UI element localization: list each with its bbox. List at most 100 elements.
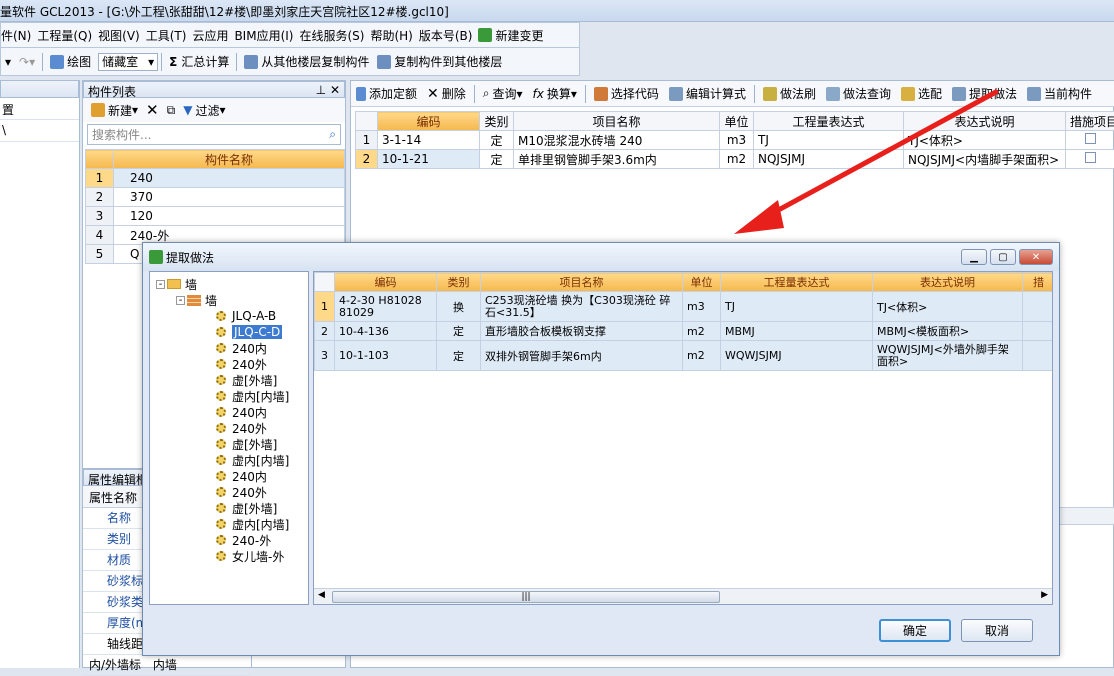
pin-close-icons[interactable]: ⊥ ✕ [316, 83, 340, 96]
table-row[interactable]: 1 4-2-30 H81028 81029 换 C253现浇砼墙 换为【C303… [315, 292, 1054, 322]
col-code[interactable]: 编码 [378, 112, 480, 131]
left-pane-item[interactable]: \ [0, 120, 79, 142]
menu-new-change[interactable]: 新建变更 [478, 27, 549, 44]
main-toolbar: ▾ ↷▾ 绘图 储藏室▾ Σ汇总计算 从其他楼层复制构件 复制构件到其他楼层 [0, 48, 580, 76]
scroll-right-icon[interactable]: ▶ [1041, 590, 1048, 600]
tree-item[interactable]: JLQ-A-B [216, 308, 276, 324]
collapse-icon[interactable]: - [176, 296, 185, 305]
scrollbar-thumb[interactable]: ||| [332, 591, 720, 603]
toolbar-divider [236, 53, 237, 71]
query-button[interactable]: ⌕查询▾ [478, 83, 528, 105]
copy-from-floor-button[interactable]: 从其他楼层复制构件 [240, 51, 373, 73]
search-icon[interactable]: ⌕ [329, 127, 336, 142]
sum-calc-button[interactable]: Σ汇总计算 [165, 51, 233, 73]
select-code-icon [594, 87, 608, 101]
component-gear-icon [216, 455, 226, 465]
select-code-button[interactable]: 选择代码 [589, 83, 664, 105]
tree-item[interactable]: 240内 [216, 468, 267, 484]
menu-file[interactable]: 件(N) [1, 27, 37, 44]
measure-checkbox[interactable] [1085, 152, 1096, 163]
draw-button[interactable]: 绘图 [46, 51, 95, 73]
copy-component-icon[interactable]: ⧉ [163, 99, 180, 121]
maximize-button[interactable]: ▢ [990, 249, 1016, 265]
col-component-name[interactable]: 构件名称 [114, 150, 345, 169]
close-button[interactable]: ✕ [1019, 249, 1053, 265]
horizontal-scrollbar[interactable]: ◀ ||| ▶ [314, 588, 1052, 605]
tree-item[interactable]: JLQ-C-D [216, 324, 282, 340]
menu-bim[interactable]: BIM应用(I) [234, 27, 299, 44]
wall-icon [187, 295, 201, 306]
menu-view[interactable]: 视图(V) [98, 27, 146, 44]
col-expression-desc[interactable]: 表达式说明 [873, 273, 1023, 292]
extract-method-dialog: 提取做法 ▁ ▢ ✕ -墙 -墙 JLQ-A-B JLQ-C-D 240内 24… [142, 242, 1060, 656]
ok-button[interactable]: 确定 [879, 619, 951, 642]
menu-version[interactable]: 版本号(B) [419, 27, 479, 44]
tree-item[interactable]: 女儿墙-外 [216, 548, 284, 564]
toolbar-divider [474, 85, 475, 103]
menu-online[interactable]: 在线服务(S) [299, 27, 370, 44]
col-code[interactable]: 编码 [335, 273, 437, 292]
cancel-button[interactable]: 取消 [961, 619, 1033, 642]
delete-icon: ✕ [427, 86, 439, 102]
filter-icon: ▼ [183, 103, 192, 117]
component-list-title: 构件列表 [88, 83, 136, 96]
component-gear-icon [216, 551, 226, 561]
col-type[interactable]: 类别 [437, 273, 481, 292]
add-quota-button[interactable]: 添加定额 [351, 83, 422, 105]
menu-tools[interactable]: 工具(T) [146, 27, 193, 44]
col-item-name[interactable]: 项目名称 [514, 112, 720, 131]
tree-group[interactable]: -墙 [176, 292, 217, 308]
redo-icon[interactable]: ↷▾ [15, 51, 39, 73]
attribute-wall-side[interactable]: 内/外墙标 内墙 [83, 655, 251, 676]
corner-cell [356, 112, 378, 131]
col-type[interactable]: 类别 [480, 112, 514, 131]
tree-item[interactable]: 虚内[内墙] [216, 516, 289, 532]
col-measure[interactable]: 措 [1023, 273, 1054, 292]
tree-item[interactable]: 虚[外墙] [216, 372, 277, 388]
table-row[interactable]: 2370 [86, 188, 345, 207]
copy-to-floor-button[interactable]: 复制构件到其他楼层 [373, 51, 506, 73]
table-row[interactable]: 1240 [86, 169, 345, 188]
measure-checkbox[interactable] [1085, 133, 1096, 144]
corner-cell [315, 273, 335, 292]
col-unit[interactable]: 单位 [683, 273, 721, 292]
col-item-name[interactable]: 项目名称 [481, 273, 683, 292]
current-component-button[interactable]: 当前构件 [1022, 83, 1097, 105]
component-search-input[interactable]: 搜索构件... ⌕ [87, 124, 341, 145]
tree-item[interactable]: 240内 [216, 340, 267, 356]
left-pane: 置 \ [0, 80, 80, 668]
tree-root[interactable]: -墙 [156, 276, 197, 292]
delete-component-icon[interactable]: ✕ [142, 99, 163, 121]
tree-item[interactable]: 虚[外墙] [216, 436, 277, 452]
collapse-icon[interactable]: - [156, 280, 165, 289]
layer-select[interactable]: 储藏室▾ [98, 53, 158, 71]
tree-item[interactable]: 240外 [216, 420, 267, 436]
minimize-button[interactable]: ▁ [961, 249, 987, 265]
tree-item[interactable]: 240内 [216, 404, 267, 420]
tree-item[interactable]: 240外 [216, 484, 267, 500]
delete-button[interactable]: ✕删除 [422, 83, 471, 105]
tree-item[interactable]: 虚内[内墙] [216, 452, 289, 468]
convert-button[interactable]: fx换算▾ [528, 83, 582, 105]
tree-item[interactable]: 虚内[内墙] [216, 388, 289, 404]
table-row[interactable]: 2 10-4-136 定 直形墙胶合板模板钢支撑 m2 MBMJ MBMJ<模板… [315, 322, 1054, 341]
chevron-down-icon: ▾ [148, 55, 154, 69]
col-expression[interactable]: 工程量表达式 [721, 273, 873, 292]
col-measure[interactable]: 措施项目 [1066, 112, 1114, 131]
scroll-left-icon[interactable]: ◀ [318, 590, 325, 600]
table-row[interactable]: 3120 [86, 207, 345, 226]
filter-button[interactable]: ▼过滤▾ [179, 99, 229, 121]
table-row[interactable]: 3 10-1-103 定 双排外钢管脚手架6m内 m2 WQWJSJMJ WQW… [315, 341, 1054, 371]
dropdown-arrow-button[interactable]: ▾ [1, 51, 15, 73]
left-pane-item[interactable]: 置 [0, 98, 79, 120]
menu-help[interactable]: 帮助(H) [370, 27, 418, 44]
tree-item[interactable]: 虚[外墙] [216, 500, 277, 516]
tree-item[interactable]: 240-外 [216, 532, 271, 548]
component-gear-icon [216, 471, 226, 481]
corner-cell [86, 150, 114, 169]
menu-quantity[interactable]: 工程量(Q) [37, 27, 98, 44]
tree-item[interactable]: 240外 [216, 356, 267, 372]
component-gear-icon [216, 311, 226, 321]
new-component-button[interactable]: 新建▾ [87, 99, 142, 121]
menu-cloud[interactable]: 云应用 [192, 27, 234, 44]
